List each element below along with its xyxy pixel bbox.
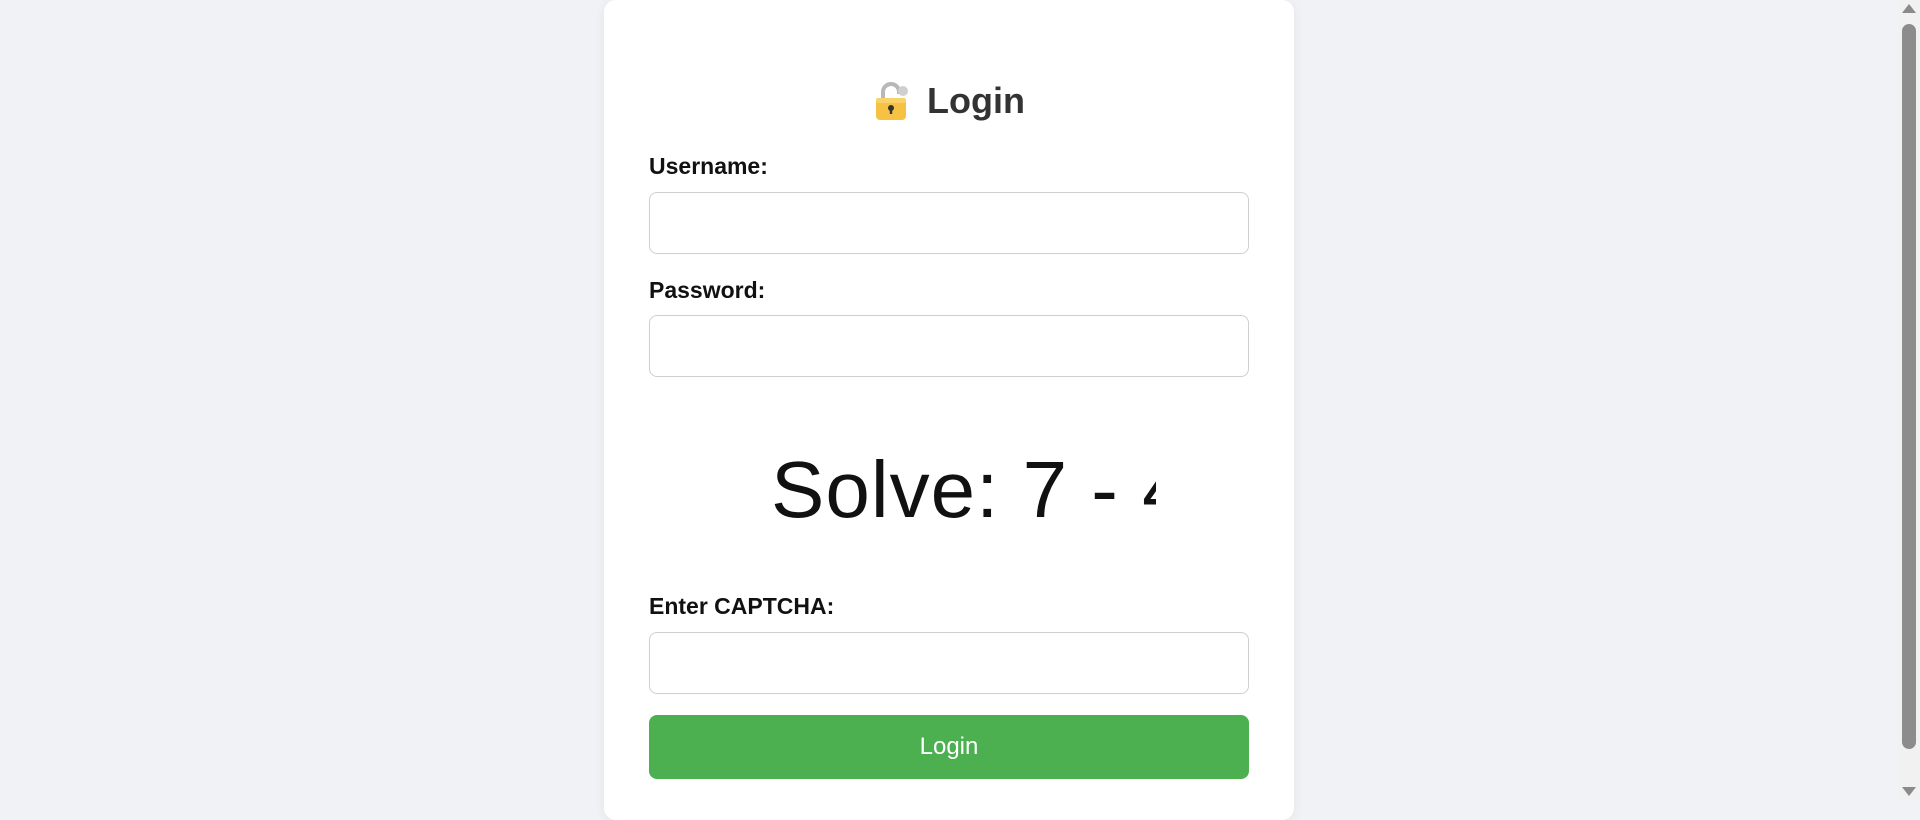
- scrollbar-thumb[interactable]: [1902, 24, 1916, 749]
- login-button[interactable]: Login: [649, 715, 1249, 779]
- scroll-down-arrow-icon[interactable]: [1902, 787, 1916, 796]
- vertical-scrollbar[interactable]: [1898, 0, 1920, 800]
- captcha-input[interactable]: [649, 632, 1249, 694]
- lock-icon: [873, 80, 913, 122]
- scroll-up-arrow-icon[interactable]: [1902, 4, 1916, 13]
- login-header: Login: [604, 73, 1294, 129]
- login-card: Login Username: Password: Solve: 7 - 4 E…: [604, 0, 1294, 820]
- username-label: Username:: [649, 153, 768, 179]
- password-input[interactable]: [649, 315, 1249, 377]
- captcha-challenge-text: Solve: 7 - 4: [771, 445, 1156, 534]
- password-label: Password:: [649, 277, 766, 303]
- page-title: Login: [927, 80, 1025, 121]
- captcha-image: Solve: 7 - 4: [764, 434, 1156, 534]
- captcha-label: Enter CAPTCHA:: [649, 593, 835, 619]
- username-input[interactable]: [649, 192, 1249, 254]
